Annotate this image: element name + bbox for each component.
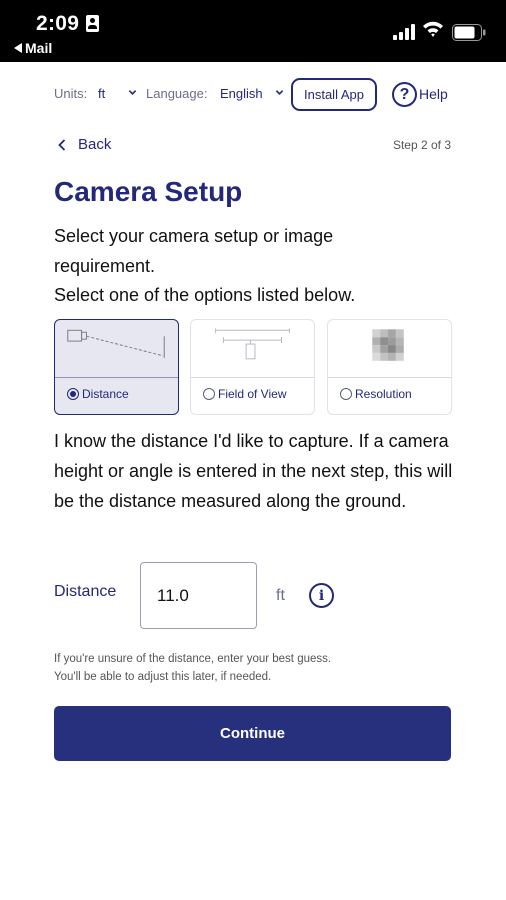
radio-field-of-view[interactable]: Field of View — [203, 387, 286, 401]
chevron-left-icon — [58, 138, 66, 151]
option-distance[interactable]: Distance — [54, 319, 179, 415]
radio-selected-icon[interactable] — [67, 388, 79, 400]
clock: 2:09 — [36, 12, 80, 35]
option-field-of-view[interactable]: Field of View — [190, 319, 315, 415]
distance-diagram-icon — [67, 329, 165, 358]
hint-line: If you're unsure of the distance, enter … — [54, 653, 332, 665]
pixel-resolution-icon — [372, 329, 404, 361]
intro-text: Select your camera setup or image requir… — [54, 222, 454, 311]
units-select[interactable]: ft — [98, 86, 105, 101]
cellular-signal-icon — [393, 24, 415, 40]
language-label: Language: — [146, 86, 208, 101]
radio-unselected-icon[interactable] — [203, 388, 215, 400]
back-button[interactable]: Back — [58, 136, 111, 153]
hint-line: You'll be able to adjust this later, if … — [54, 671, 272, 683]
wifi-icon — [423, 21, 443, 37]
settings-toolbar: Units: ft Language: English Install App … — [0, 78, 506, 112]
intro-line: requirement. — [54, 255, 156, 276]
info-icon[interactable]: i — [309, 583, 334, 608]
distance-label: Distance — [54, 583, 117, 600]
back-label: Back — [78, 136, 112, 153]
card-divider — [328, 377, 451, 378]
help-link[interactable]: Help — [419, 86, 448, 102]
distance-input[interactable] — [140, 562, 257, 629]
continue-button[interactable]: Continue — [54, 706, 451, 761]
contact-badge-icon — [86, 15, 99, 32]
step-indicator: Step 2 of 3 — [392, 138, 451, 152]
units-label: Units: — [54, 86, 88, 101]
back-to-mail-link[interactable]: Mail — [14, 40, 52, 56]
help-icon[interactable]: ? — [392, 82, 417, 107]
field-of-view-diagram-icon — [215, 328, 290, 360]
option-description: I know the distance I'd like to capture.… — [54, 431, 453, 511]
intro-line: Select one of the options listed below. — [54, 285, 356, 305]
language-select[interactable]: English — [220, 86, 263, 101]
option-label: Distance — [82, 387, 129, 401]
radio-unselected-icon[interactable] — [340, 388, 352, 400]
battery-icon — [452, 24, 486, 41]
option-label: Resolution — [355, 387, 412, 401]
page-title: Camera Setup — [54, 176, 243, 207]
radio-resolution[interactable]: Resolution — [340, 387, 412, 401]
back-app-label: Mail — [25, 40, 53, 56]
distance-hint: If you're unsure of the distance, enter … — [54, 650, 454, 686]
back-triangle-icon — [14, 43, 22, 53]
option-label: Field of View — [218, 387, 287, 401]
install-app-button[interactable]: Install App — [291, 78, 377, 111]
intro-line: Select your camera setup or image — [54, 226, 334, 246]
card-divider — [191, 377, 314, 378]
status-bar: 2:09 Mail — [0, 0, 506, 62]
distance-unit: ft — [276, 587, 285, 604]
card-divider — [55, 377, 178, 378]
radio-distance[interactable]: Distance — [67, 387, 129, 401]
chevron-down-icon[interactable] — [275, 88, 284, 97]
chevron-down-icon[interactable] — [128, 88, 137, 97]
option-resolution[interactable]: Resolution — [327, 319, 452, 415]
